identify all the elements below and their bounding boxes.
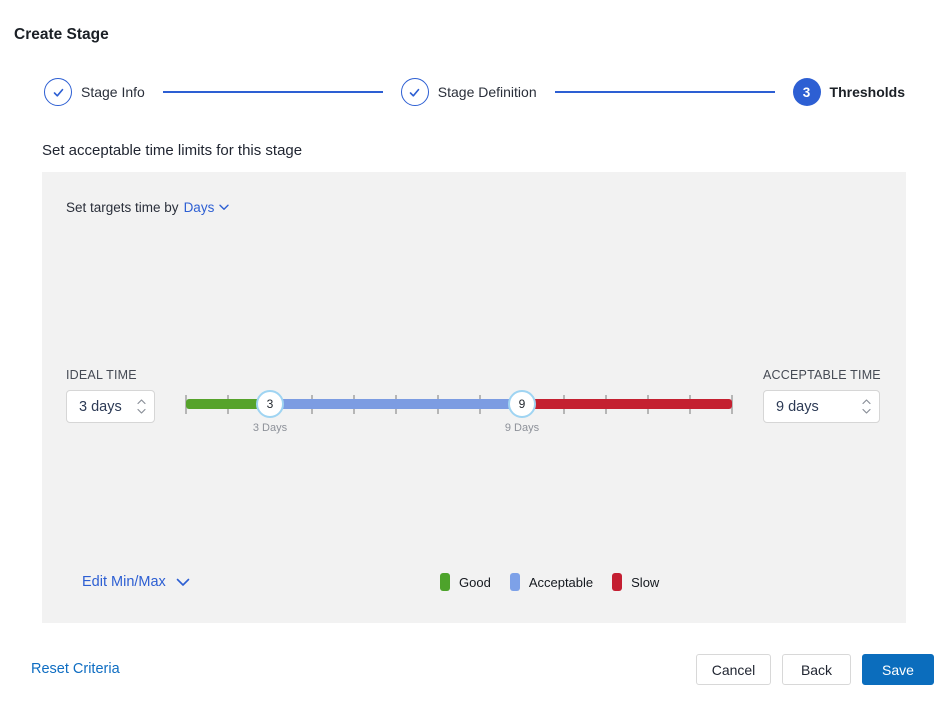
slider-legend: Good Acceptable Slow bbox=[440, 573, 659, 591]
section-heading: Set acceptable time limits for this stag… bbox=[42, 142, 302, 159]
legend-label: Good bbox=[459, 575, 491, 590]
step-stage-info[interactable]: Stage Info bbox=[44, 78, 145, 106]
step-stage-definition[interactable]: Stage Definition bbox=[401, 78, 537, 106]
ideal-time-label: IDEAL TIME bbox=[66, 368, 155, 382]
reset-criteria-link[interactable]: Reset Criteria bbox=[31, 661, 120, 677]
chevron-down-icon bbox=[219, 204, 229, 211]
step-number-badge: 3 bbox=[793, 78, 821, 106]
acceptable-time-value: 9 days bbox=[776, 399, 862, 415]
acceptable-segment bbox=[270, 399, 522, 409]
slow-segment bbox=[522, 399, 732, 409]
slow-swatch bbox=[612, 573, 622, 591]
stepper-connector bbox=[163, 91, 383, 92]
cancel-button[interactable]: Cancel bbox=[696, 654, 771, 685]
ideal-time-input[interactable]: 3 days bbox=[66, 390, 155, 423]
ideal-handle-label: 3 Days bbox=[235, 422, 305, 434]
ideal-slider-handle[interactable]: 3 bbox=[256, 390, 284, 418]
step-complete-icon bbox=[44, 78, 72, 106]
step-label: Stage Info bbox=[81, 84, 145, 100]
acceptable-swatch bbox=[510, 573, 520, 591]
ideal-time-value: 3 days bbox=[79, 399, 137, 415]
back-button[interactable]: Back bbox=[782, 654, 851, 685]
edit-minmax-link[interactable]: Edit Min/Max bbox=[82, 574, 190, 590]
targets-row: Set targets time by Days bbox=[66, 200, 229, 215]
ideal-time-group: IDEAL TIME 3 days bbox=[66, 368, 155, 423]
step-complete-icon bbox=[401, 78, 429, 106]
stepper-connector bbox=[555, 91, 775, 92]
unit-dropdown-value: Days bbox=[184, 200, 215, 215]
stepper-up-icon[interactable] bbox=[137, 399, 146, 405]
save-button[interactable]: Save bbox=[862, 654, 934, 685]
acceptable-time-input[interactable]: 9 days bbox=[763, 390, 880, 423]
legend-item-slow: Slow bbox=[612, 573, 659, 591]
step-label: Thresholds bbox=[830, 84, 905, 100]
stepper-down-icon[interactable] bbox=[862, 408, 871, 414]
footer-buttons: Cancel Back Save bbox=[696, 654, 934, 685]
acceptable-time-label: ACCEPTABLE TIME bbox=[763, 368, 881, 382]
legend-item-good: Good bbox=[440, 573, 491, 591]
good-swatch bbox=[440, 573, 450, 591]
stepper-up-icon[interactable] bbox=[862, 399, 871, 405]
acceptable-slider-handle[interactable]: 9 bbox=[508, 390, 536, 418]
chevron-down-icon bbox=[176, 578, 190, 587]
edit-minmax-label: Edit Min/Max bbox=[82, 574, 166, 590]
legend-label: Acceptable bbox=[529, 575, 593, 590]
step-label: Stage Definition bbox=[438, 84, 537, 100]
acceptable-handle-label: 9 Days bbox=[487, 422, 557, 434]
legend-label: Slow bbox=[631, 575, 659, 590]
stepper-down-icon[interactable] bbox=[137, 408, 146, 414]
legend-item-acceptable: Acceptable bbox=[510, 573, 593, 591]
targets-prefix: Set targets time by bbox=[66, 200, 179, 215]
acceptable-time-group: ACCEPTABLE TIME 9 days bbox=[763, 368, 881, 423]
step-thresholds[interactable]: 3 Thresholds bbox=[793, 78, 905, 106]
thresholds-panel: Set targets time by Days IDEAL TIME 3 da… bbox=[42, 172, 906, 623]
unit-dropdown[interactable]: Days bbox=[184, 200, 230, 215]
threshold-slider: 3 3 Days 9 9 Days bbox=[186, 390, 732, 436]
wizard-stepper: Stage Info Stage Definition 3 Thresholds bbox=[44, 78, 905, 106]
page-title: Create Stage bbox=[14, 26, 109, 44]
